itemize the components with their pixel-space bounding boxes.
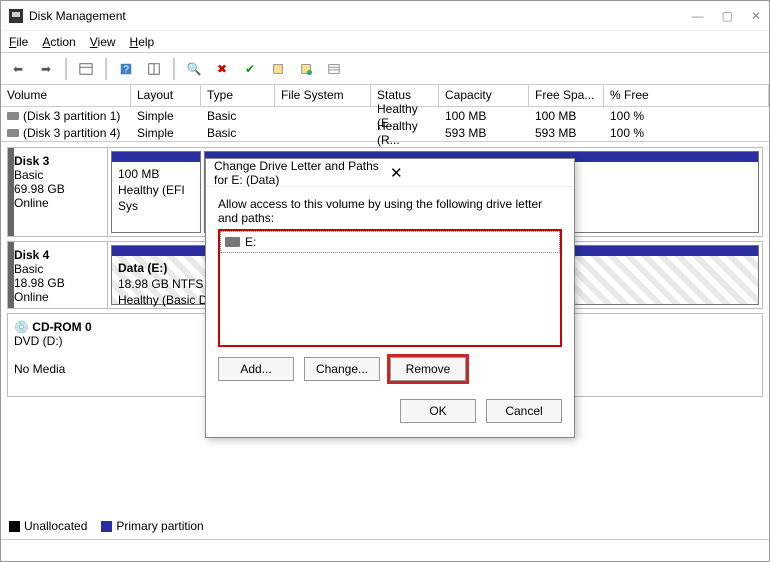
col-layout[interactable]: Layout <box>131 85 201 106</box>
properties-icon[interactable]: 🔍 <box>183 58 205 80</box>
dialog-instruction: Allow access to this volume by using the… <box>218 197 562 225</box>
drive-icon <box>7 112 19 120</box>
window-title: Disk Management <box>29 9 692 23</box>
change-drive-letter-dialog: Change Drive Letter and Paths for E: (Da… <box>205 158 575 438</box>
menubar: File Action View Help <box>1 31 769 53</box>
view-icon[interactable] <box>75 58 97 80</box>
menu-view[interactable]: View <box>90 35 116 49</box>
drive-path-item[interactable]: E: <box>220 231 560 253</box>
drive-paths-list[interactable]: E: <box>218 229 562 347</box>
folder-icon[interactable] <box>295 58 317 80</box>
check-icon[interactable]: ✔ <box>239 58 261 80</box>
dialog-title: Change Drive Letter and Paths for E: (Da… <box>214 159 386 187</box>
cancel-button[interactable]: Cancel <box>486 399 562 423</box>
delete-icon[interactable]: ✖ <box>211 58 233 80</box>
legend: Unallocated Primary partition <box>9 519 761 533</box>
new-icon[interactable] <box>267 58 289 80</box>
menu-help[interactable]: Help <box>130 35 155 49</box>
app-icon <box>9 9 23 23</box>
disk-name: Disk 4 <box>14 248 49 262</box>
col-filesystem[interactable]: File System <box>275 85 371 106</box>
add-button[interactable]: Add... <box>218 357 294 381</box>
remove-button[interactable]: Remove <box>390 357 466 381</box>
status-bar <box>1 539 769 561</box>
layout-icon[interactable] <box>143 58 165 80</box>
close-button[interactable]: ✕ <box>751 9 761 23</box>
col-capacity[interactable]: Capacity <box>439 85 529 106</box>
help-icon[interactable]: ? <box>115 58 137 80</box>
disk-name: Disk 3 <box>14 154 49 168</box>
ok-button[interactable]: OK <box>400 399 476 423</box>
minimize-button[interactable]: — <box>692 9 704 23</box>
col-percent[interactable]: % Free <box>604 85 769 106</box>
menu-action[interactable]: Action <box>42 35 75 49</box>
nav-back-button[interactable]: ⬅ <box>7 58 29 80</box>
col-type[interactable]: Type <box>201 85 275 106</box>
maximize-button[interactable]: ▢ <box>722 9 733 23</box>
toolbar: ⬅ ➡ ? 🔍 ✖ ✔ <box>1 53 769 85</box>
table-row[interactable]: (Disk 3 partition 4) Simple Basic Health… <box>1 124 769 141</box>
col-volume[interactable]: Volume <box>1 85 131 106</box>
volume-table-body: (Disk 3 partition 1) Simple Basic Health… <box>1 107 769 142</box>
menu-file[interactable]: File <box>9 35 28 49</box>
cd-icon: 💿 <box>14 320 29 334</box>
partition[interactable]: 100 MB Healthy (EFI Sys <box>111 151 201 233</box>
titlebar: Disk Management — ▢ ✕ <box>1 1 769 31</box>
drive-icon <box>225 237 240 247</box>
drive-icon <box>7 129 19 137</box>
nav-forward-button[interactable]: ➡ <box>35 58 57 80</box>
disk-name: CD-ROM 0 <box>32 320 91 334</box>
list-icon[interactable] <box>323 58 345 80</box>
col-free[interactable]: Free Spa... <box>529 85 604 106</box>
dialog-close-button[interactable]: ✕ <box>386 164 566 182</box>
svg-text:?: ? <box>123 63 129 75</box>
change-button[interactable]: Change... <box>304 357 380 381</box>
